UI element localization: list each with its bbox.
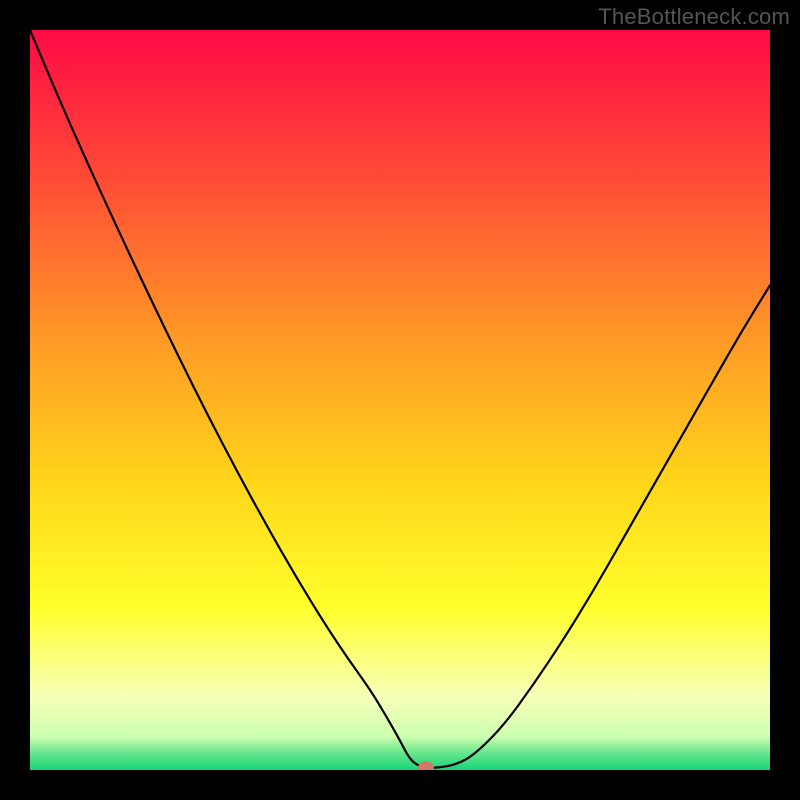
chart-svg [30, 30, 770, 770]
chart-frame: TheBottleneck.com [0, 0, 800, 800]
watermark-text: TheBottleneck.com [598, 4, 790, 30]
gradient-background [30, 30, 770, 770]
plot-area [30, 30, 770, 770]
